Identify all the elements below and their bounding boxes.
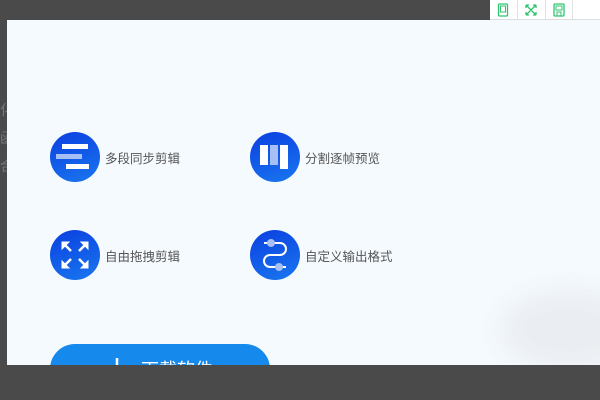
feature-label: 自由拖拽剪辑 <box>105 248 181 264</box>
save-icon <box>553 2 565 17</box>
window-toolbar <box>490 0 600 20</box>
download-icon <box>115 358 119 365</box>
drag-arrows-icon <box>50 230 100 280</box>
background-text: 化 函 合 <box>0 100 7 184</box>
toolbar-extra[interactable] <box>573 0 600 19</box>
fullscreen-button[interactable] <box>518 0 546 19</box>
background-char: 函 <box>0 128 7 156</box>
multi-segment-icon <box>50 132 100 182</box>
feature-output-format: 自定义输出格式 <box>250 230 393 280</box>
feature-drag: 自由拖拽剪辑 <box>50 230 180 280</box>
frame-split-icon <box>250 132 300 182</box>
bottom-bar <box>0 365 600 400</box>
output-format-icon <box>250 230 300 280</box>
phone-icon <box>498 2 509 17</box>
feature-label: 分割逐帧预览 <box>305 150 381 166</box>
save-button[interactable] <box>546 0 574 19</box>
phone-view-button[interactable] <box>490 0 518 19</box>
background-char: 合 <box>0 156 7 184</box>
feature-panel: 多段同步剪辑 分割逐帧预览 自由拖拽剪辑 自定义输出格式 下载软件 <box>7 20 600 365</box>
background-char: 化 <box>0 100 7 128</box>
download-label: 下载软件 <box>141 356 213 365</box>
feature-frame-split: 分割逐帧预览 <box>250 132 380 182</box>
feature-label: 多段同步剪辑 <box>105 150 181 166</box>
download-button[interactable]: 下载软件 <box>50 344 270 365</box>
fullscreen-icon <box>525 3 537 16</box>
feature-multi-segment: 多段同步剪辑 <box>50 132 180 182</box>
feature-label: 自定义输出格式 <box>305 248 393 264</box>
